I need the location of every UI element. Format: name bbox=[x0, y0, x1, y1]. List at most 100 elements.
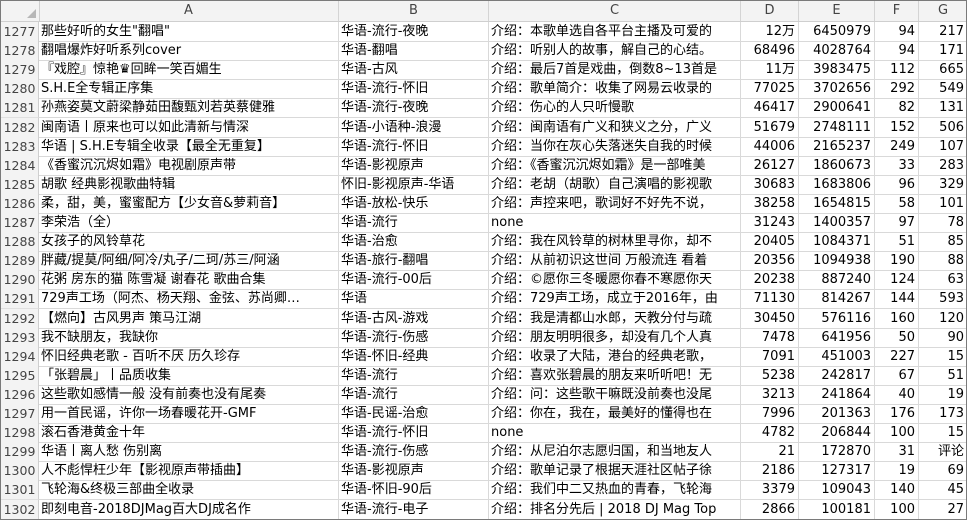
cell-e[interactable]: 641956 bbox=[799, 327, 875, 348]
cell-a[interactable]: 滚石香港黄金十年 bbox=[39, 423, 339, 444]
cell-g[interactable]: 283 bbox=[919, 156, 966, 176]
cell-e[interactable]: 1683806 bbox=[799, 174, 875, 195]
cell-g[interactable]: 45 bbox=[919, 480, 966, 501]
row-number[interactable]: 1298 bbox=[1, 423, 39, 444]
cell-g[interactable]: 329 bbox=[919, 175, 966, 195]
select-all-corner[interactable] bbox=[1, 1, 40, 21]
cell-d[interactable]: 30450 bbox=[741, 308, 799, 329]
row-number[interactable]: 1294 bbox=[1, 346, 39, 367]
cell-c[interactable]: 介绍：歌单简介：收集了网易云收录的 bbox=[489, 79, 741, 100]
row-number[interactable]: 1299 bbox=[1, 442, 39, 463]
column-header-a[interactable]: A bbox=[39, 1, 339, 21]
cell-a[interactable]: 花粥 房东的猫 陈雪凝 谢春花 歌曲合集 bbox=[39, 270, 339, 291]
cell-c[interactable]: 介绍：从尼泊尔志愿归国，和当地友人 bbox=[489, 442, 741, 463]
cell-c[interactable]: 介绍：排名分先后 | 2018 DJ Mag Top bbox=[489, 499, 741, 519]
cell-f[interactable]: 176 bbox=[875, 404, 919, 424]
cell-a[interactable]: 翻唱爆炸好听系列cover bbox=[39, 41, 339, 62]
cell-b[interactable]: 华语-流行 bbox=[339, 384, 489, 405]
cell-e[interactable]: 1084371 bbox=[799, 232, 875, 253]
cell-b[interactable]: 华语-小语种-浪漫 bbox=[339, 117, 489, 138]
cell-d[interactable]: 26127 bbox=[741, 155, 799, 176]
cell-g[interactable]: 173 bbox=[919, 404, 966, 424]
cell-c[interactable]: 介绍：729声工场，成立于2016年，由 bbox=[489, 289, 741, 310]
cell-e[interactable]: 576116 bbox=[799, 308, 875, 329]
cell-c[interactable]: 介绍：声控来吧，歌词好不好先不说， bbox=[489, 193, 741, 214]
cell-e[interactable]: 242817 bbox=[799, 365, 875, 386]
cell-b[interactable]: 华语-影视原声 bbox=[339, 461, 489, 482]
cell-c[interactable]: 介绍：闽南语有广义和狭义之分，广义 bbox=[489, 117, 741, 138]
cell-d[interactable]: 4782 bbox=[741, 423, 799, 444]
cell-a[interactable]: 这些歌如感情一般 没有前奏也没有尾奏 bbox=[39, 384, 339, 405]
cell-f[interactable]: 227 bbox=[875, 346, 919, 367]
cell-d[interactable]: 77025 bbox=[741, 79, 799, 100]
cell-e[interactable]: 1400357 bbox=[799, 213, 875, 233]
cell-a[interactable]: 用一首民谣，许你一场春暖花开-GMF bbox=[39, 404, 339, 424]
cell-g[interactable]: 69 bbox=[919, 461, 966, 482]
cell-c[interactable]: none bbox=[489, 423, 741, 444]
row-number[interactable]: 1292 bbox=[1, 308, 39, 329]
row-number[interactable]: 1295 bbox=[1, 365, 39, 386]
cell-g[interactable]: 665 bbox=[919, 60, 966, 81]
cell-d[interactable]: 20405 bbox=[741, 232, 799, 253]
cell-b[interactable]: 华语-流行-怀旧 bbox=[339, 423, 489, 444]
cell-f[interactable]: 31 bbox=[875, 442, 919, 463]
column-header-c[interactable]: C bbox=[489, 1, 741, 21]
cell-b[interactable]: 华语-流行-伤感 bbox=[339, 327, 489, 348]
cell-a[interactable]: S.H.E全专辑正序集 bbox=[39, 79, 339, 100]
cell-d[interactable]: 20238 bbox=[741, 270, 799, 291]
column-header-d[interactable]: D bbox=[741, 1, 799, 21]
cell-b[interactable]: 华语-旅行-翻唱 bbox=[339, 251, 489, 272]
cell-g[interactable]: 85 bbox=[919, 232, 966, 253]
cell-f[interactable]: 100 bbox=[875, 499, 919, 519]
cell-d[interactable]: 5238 bbox=[741, 365, 799, 386]
cell-a[interactable]: 孙燕姿莫文蔚梁静茹田馥甄刘若英蔡健雅 bbox=[39, 98, 339, 119]
cell-e[interactable]: 100181 bbox=[799, 499, 875, 519]
cell-b[interactable]: 华语-流行-怀旧 bbox=[339, 136, 489, 157]
cell-b[interactable]: 华语-流行-夜晚 bbox=[339, 22, 489, 42]
cell-b[interactable]: 华语-流行-夜晚 bbox=[339, 98, 489, 119]
cell-a[interactable]: 那些好听的女生"翻唱" bbox=[39, 22, 339, 42]
cell-a[interactable]: 人不彪悍枉少年【影视原声带插曲】 bbox=[39, 461, 339, 482]
cell-c[interactable]: 介绍：听别人的故事，解自己的心结。 bbox=[489, 41, 741, 62]
column-header-e[interactable]: E bbox=[799, 1, 875, 21]
cell-d[interactable]: 38258 bbox=[741, 193, 799, 214]
cell-a[interactable]: 729声工场（阿杰、杨天翔、金弦、苏尚卿… bbox=[39, 289, 339, 310]
cell-c[interactable]: 介绍：朋友明明很多，却没有几个人真 bbox=[489, 327, 741, 348]
column-header-f[interactable]: F bbox=[875, 1, 919, 21]
cell-g[interactable]: 15 bbox=[919, 423, 966, 444]
cell-c[interactable]: 介绍：©愿你三冬暖愿你春不寒愿你天 bbox=[489, 270, 741, 291]
cell-g[interactable]: 51 bbox=[919, 366, 966, 386]
cell-b[interactable]: 华语-流行-00后 bbox=[339, 270, 489, 291]
cell-b[interactable]: 华语-影视原声 bbox=[339, 155, 489, 176]
cell-a[interactable]: 柔，甜，美，蜜蜜配方【少女音&萝莉音】 bbox=[39, 193, 339, 214]
cell-b[interactable]: 华语-流行-怀旧 bbox=[339, 79, 489, 100]
cell-a[interactable]: 女孩子的风铃草花 bbox=[39, 232, 339, 253]
cell-g[interactable]: 90 bbox=[919, 328, 966, 348]
cell-f[interactable]: 58 bbox=[875, 193, 919, 214]
cell-d[interactable]: 31243 bbox=[741, 213, 799, 233]
cell-e[interactable]: 1654815 bbox=[799, 193, 875, 214]
cell-g[interactable]: 171 bbox=[919, 41, 966, 62]
cell-g[interactable]: 15 bbox=[919, 347, 966, 367]
cell-a[interactable]: 怀旧经典老歌 - 百听不厌 历久珍存 bbox=[39, 346, 339, 367]
cell-c[interactable]: 介绍：我是清都山水郎，天教分付与疏 bbox=[489, 308, 741, 329]
row-number[interactable]: 1283 bbox=[1, 136, 39, 157]
cell-c[interactable]: none bbox=[489, 213, 741, 233]
cell-a[interactable]: 《香蜜沉沉烬如霜》电视剧原声带 bbox=[39, 155, 339, 176]
cell-g[interactable]: 107 bbox=[919, 137, 966, 157]
cell-a[interactable]: 胖藏/提莫/阿细/阿冷/丸子/二珂/苏三/阿涵 bbox=[39, 251, 339, 272]
cell-d[interactable]: 21 bbox=[741, 442, 799, 463]
cell-g[interactable]: 506 bbox=[919, 118, 966, 138]
cell-e[interactable]: 3983475 bbox=[799, 60, 875, 81]
cell-a[interactable]: 飞轮海&终极三部曲全收录 bbox=[39, 480, 339, 501]
cell-a[interactable]: 华语 | S.H.E专辑全收录【最全无重复】 bbox=[39, 136, 339, 157]
cell-c[interactable]: 介绍：最后7首是戏曲，倒数8~13首是 bbox=[489, 60, 741, 81]
cell-a[interactable]: 李荣浩（全） bbox=[39, 213, 339, 233]
row-number[interactable]: 1289 bbox=[1, 251, 39, 272]
row-number[interactable]: 1277 bbox=[1, 22, 39, 42]
cell-c[interactable]: 介绍：伤心的人只听慢歌 bbox=[489, 98, 741, 119]
cell-f[interactable]: 249 bbox=[875, 136, 919, 157]
cell-e[interactable]: 4028764 bbox=[799, 41, 875, 62]
cell-b[interactable]: 华语-放松-快乐 bbox=[339, 193, 489, 214]
cell-a[interactable]: 即刻电音-2018DJMag百大DJ成名作 bbox=[39, 499, 339, 519]
